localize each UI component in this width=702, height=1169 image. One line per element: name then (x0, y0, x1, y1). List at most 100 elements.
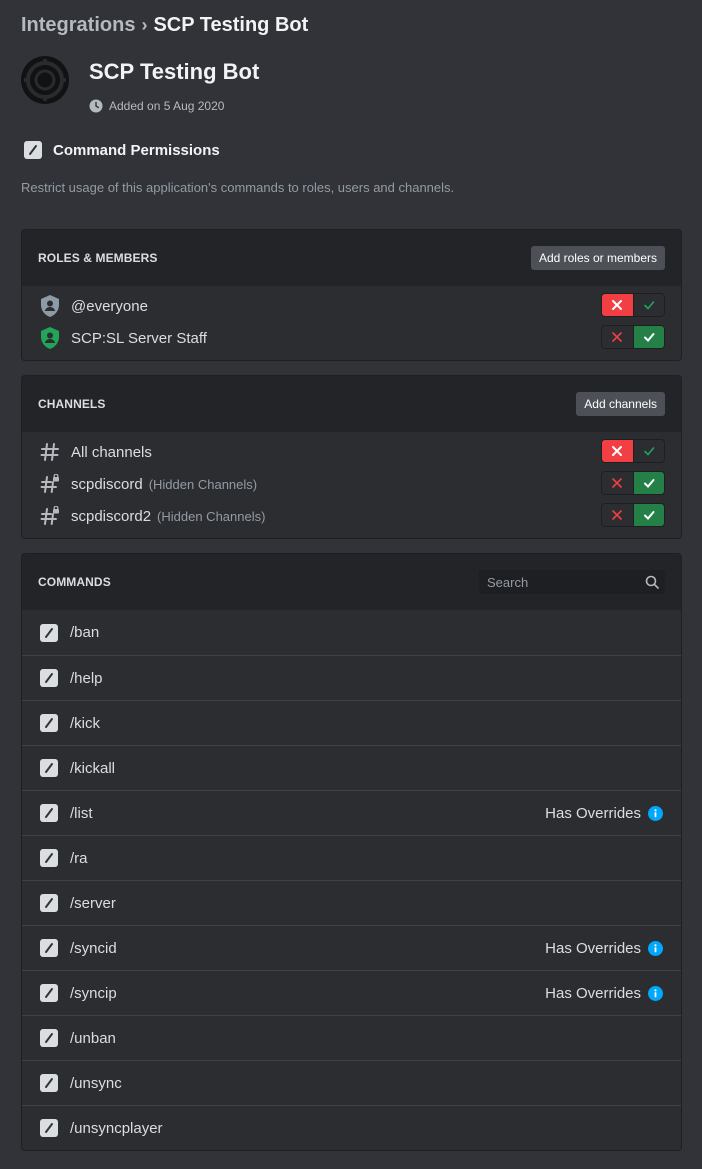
command-row[interactable]: /unban (22, 1015, 681, 1060)
slash-command-icon (40, 849, 58, 867)
info-icon (648, 985, 663, 1001)
check-icon (643, 479, 655, 488)
slash-command-icon (40, 804, 58, 822)
roles-panel-title: ROLES & MEMBERS (38, 251, 158, 265)
command-label: /unsyncplayer (70, 1119, 163, 1137)
roles-panel-header: ROLES & MEMBERS Add roles or members (22, 230, 681, 286)
slash-command-icon (40, 939, 58, 957)
deny-toggle-button[interactable] (602, 504, 634, 526)
locked-hash-icon (38, 504, 62, 528)
check-icon (643, 333, 655, 342)
breadcrumb: Integrations › SCP Testing Bot (21, 14, 308, 37)
command-row[interactable]: /kick (22, 700, 681, 745)
add-roles-button[interactable]: Add roles or members (530, 246, 665, 270)
scp-logo-icon (23, 58, 67, 102)
allow-toggle-button[interactable] (633, 504, 664, 526)
added-date-text: Added on 5 Aug 2020 (109, 99, 225, 113)
has-overrides-indicator: Has Overrides (545, 940, 663, 957)
role-label: SCP:SL Server Staff (71, 329, 207, 347)
channel-label: scpdiscord (71, 475, 143, 493)
breadcrumb-integrations-link[interactable]: Integrations (21, 14, 135, 37)
breadcrumb-chevron-icon: › (141, 15, 148, 35)
deny-toggle-button[interactable] (602, 440, 634, 462)
command-list: /ban /help /kick /kickall /list Has Over… (22, 610, 681, 1150)
command-row[interactable]: /kickall (22, 745, 681, 790)
permissions-description: Restrict usage of this application's com… (21, 180, 455, 195)
channel-row-all: All channels (22, 436, 681, 468)
info-icon (648, 805, 663, 821)
info-icon (648, 940, 663, 956)
allow-toggle-button[interactable] (633, 326, 664, 348)
command-label: /syncip (70, 984, 117, 1002)
allow-toggle-button[interactable] (633, 472, 664, 494)
command-label: /kick (70, 714, 100, 732)
check-icon (643, 511, 655, 520)
check-icon (643, 301, 655, 310)
permissions-title-text: Command Permissions (53, 141, 220, 159)
command-label: /kickall (70, 759, 116, 777)
command-label: /ban (70, 624, 100, 641)
deny-toggle-button[interactable] (602, 294, 634, 316)
permission-toggle (601, 503, 665, 527)
roles-members-panel: ROLES & MEMBERS Add roles or members @ev… (21, 229, 682, 361)
slash-command-icon (24, 141, 42, 159)
commands-panel: COMMANDS /ban /help /kick /kickall /list… (21, 553, 682, 1151)
slash-command-icon (40, 1119, 58, 1137)
command-row[interactable]: /syncip Has Overrides (22, 970, 681, 1015)
slash-command-icon (40, 1029, 58, 1047)
command-label: /server (70, 894, 116, 912)
channels-panel-header: CHANNELS Add channels (22, 376, 681, 432)
locked-hash-icon (38, 472, 62, 496)
channel-row-scpdiscord2: scpdiscord2 (Hidden Channels) (22, 500, 681, 532)
command-row[interactable]: /unsyncplayer (22, 1105, 681, 1150)
command-row[interactable]: /server (22, 880, 681, 925)
command-row[interactable]: /syncid Has Overrides (22, 925, 681, 970)
channel-sublabel: (Hidden Channels) (157, 508, 266, 524)
command-label: /syncid (70, 939, 117, 957)
role-icon (38, 326, 62, 350)
command-row[interactable]: /unsync (22, 1060, 681, 1105)
breadcrumb-current: SCP Testing Bot (153, 14, 309, 36)
check-icon (643, 447, 655, 456)
commands-panel-header: COMMANDS (22, 554, 681, 610)
allow-toggle-button[interactable] (634, 440, 665, 462)
has-overrides-label: Has Overrides (545, 939, 641, 957)
slash-command-icon (40, 669, 58, 687)
channel-row-scpdiscord: scpdiscord (Hidden Channels) (22, 468, 681, 500)
close-icon (612, 446, 623, 456)
deny-toggle-button[interactable] (602, 326, 634, 348)
command-row[interactable]: /help (22, 655, 681, 700)
channel-label: scpdiscord2 (71, 507, 152, 525)
close-icon (612, 300, 623, 310)
command-row[interactable]: /list Has Overrides (22, 790, 681, 835)
add-channels-button[interactable]: Add channels (576, 392, 665, 416)
search-input[interactable] (485, 573, 645, 591)
avatar (21, 56, 69, 104)
has-overrides-label: Has Overrides (545, 984, 641, 1002)
added-date: Added on 5 Aug 2020 (89, 99, 259, 113)
hash-icon (38, 440, 62, 464)
channel-sublabel: (Hidden Channels) (148, 476, 258, 492)
role-label: @everyone (71, 297, 148, 315)
slash-command-icon (40, 623, 58, 642)
clock-icon (89, 99, 103, 113)
command-row[interactable]: /ban (22, 610, 681, 655)
has-overrides-indicator: Has Overrides (545, 985, 663, 1002)
slash-command-icon (40, 714, 58, 732)
command-label: /list (70, 804, 93, 822)
command-label: /unsync (70, 1074, 122, 1092)
app-name: SCP Testing Bot (89, 59, 260, 84)
command-row[interactable]: /ra (22, 835, 681, 880)
close-icon (612, 478, 623, 488)
search-icon (645, 575, 659, 589)
has-overrides-label: Has Overrides (545, 804, 641, 822)
slash-command-icon (40, 759, 58, 777)
has-overrides-indicator: Has Overrides (545, 805, 663, 822)
role-icon (38, 294, 62, 318)
close-icon (612, 332, 623, 342)
allow-toggle-button[interactable] (634, 294, 665, 316)
app-header: SCP Testing Bot Added on 5 Aug 2020 (21, 56, 259, 113)
deny-toggle-button[interactable] (602, 472, 634, 494)
command-search (479, 570, 665, 594)
slash-command-icon (40, 984, 58, 1002)
